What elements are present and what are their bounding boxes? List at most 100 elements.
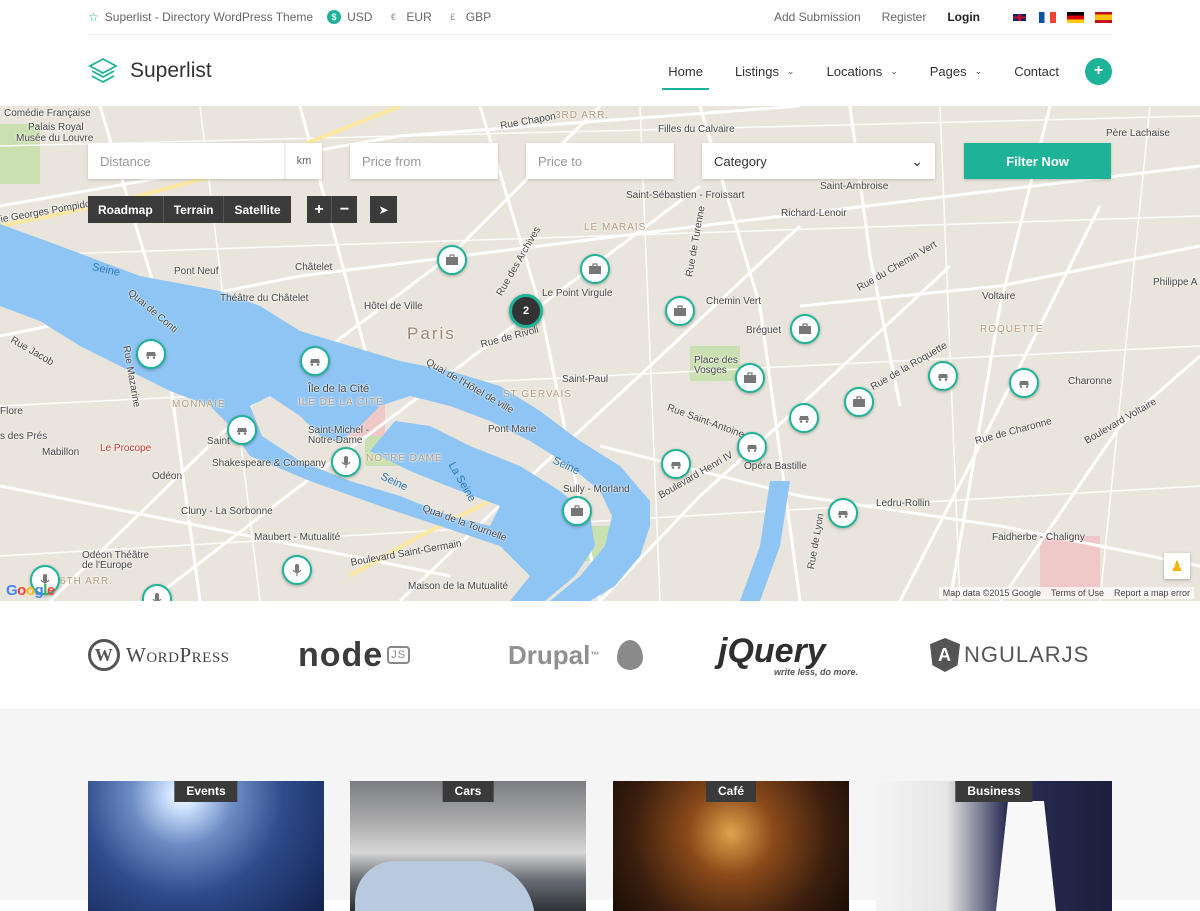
car-marker[interactable] (928, 361, 958, 391)
nav-pages[interactable]: Pages ⌄ (914, 36, 998, 106)
category-label: Café (705, 781, 757, 802)
map-label: Musée du Louvre (16, 133, 94, 144)
category-card-events[interactable]: Events (88, 781, 324, 911)
car-marker[interactable] (136, 339, 166, 369)
category-card-cafe[interactable]: Café (613, 781, 849, 911)
event-marker[interactable] (331, 447, 361, 477)
map-label: Comédie Française (4, 108, 91, 119)
map-type-roadmap[interactable]: Roadmap (88, 196, 164, 223)
car-icon (938, 374, 948, 381)
price-to-input[interactable]: Price to (526, 143, 674, 179)
map-type-satellite[interactable]: Satellite (224, 196, 290, 223)
marker-cluster[interactable]: 2 (509, 294, 543, 328)
es-flag-icon[interactable] (1095, 11, 1112, 23)
map-label: ILE DE LA CITÉ (298, 397, 384, 408)
nav-label: Pages (929, 63, 967, 79)
currency-label: GBP (465, 10, 492, 24)
map-label: Shakespeare & Company (212, 458, 326, 469)
dollar-icon: $ (327, 10, 342, 24)
distance-input[interactable]: Distance (88, 143, 285, 179)
map-label: Mabillon (42, 447, 80, 458)
locate-button[interactable]: ➤ (370, 196, 397, 223)
map-label: 6TH ARR. (60, 576, 114, 587)
map-label: Ledru-Rollin (876, 498, 930, 509)
nav-locations[interactable]: Locations ⌄ (811, 36, 914, 106)
business-marker[interactable] (665, 296, 695, 326)
partners-strip: W WordPress node JS Drupal ™ jQuery writ… (0, 601, 1200, 709)
jquery-wordmark: jQuery (718, 632, 826, 670)
angularjs-logo[interactable]: A NGULARJS (930, 634, 1089, 676)
category-label: Cars (442, 781, 494, 802)
angular-wordmark: NGULARJS (964, 642, 1090, 667)
currency-label: USD (347, 10, 373, 24)
car-marker[interactable] (661, 449, 691, 479)
map-label: Saint-Michel - Notre-Dame (308, 425, 370, 446)
categories-section: Events Cars Café Business (0, 709, 1200, 911)
map-label: Père Lachaise (1106, 128, 1170, 139)
category-card-cars[interactable]: Cars (350, 781, 586, 911)
nav-label: Listings (734, 63, 780, 79)
business-marker[interactable] (790, 314, 820, 344)
zoom-out-button[interactable]: − (332, 196, 357, 223)
car-marker[interactable] (300, 346, 330, 376)
business-marker[interactable] (437, 245, 467, 275)
map[interactable]: Comédie Française Palais Royal Musée du … (0, 106, 1200, 601)
nodejs-logo[interactable]: node JS (298, 634, 411, 676)
business-marker[interactable] (580, 254, 610, 284)
business-marker[interactable] (844, 387, 874, 417)
map-type-terrain[interactable]: Terrain (164, 196, 225, 223)
map-label: Charonne (1068, 376, 1112, 387)
add-listing-button[interactable]: + (1085, 57, 1112, 85)
street-view-pegman-icon[interactable]: ♟ (1164, 553, 1190, 579)
uk-flag-icon[interactable] (1011, 11, 1028, 23)
category-card-business[interactable]: Business (876, 781, 1112, 911)
jquery-logo[interactable]: jQuery write less, do more. (718, 632, 858, 677)
car-icon (747, 445, 757, 452)
business-marker[interactable] (562, 496, 592, 526)
currency-eur[interactable]: € EUR (386, 10, 432, 24)
category-select[interactable]: Category ⌄ (702, 143, 935, 179)
register-link[interactable]: Register (882, 10, 927, 24)
map-label: Le Procope (100, 443, 152, 454)
business-marker[interactable] (735, 363, 765, 393)
site-logo[interactable]: Superlist (88, 56, 212, 86)
de-flag-icon[interactable] (1067, 11, 1084, 23)
briefcase-icon (589, 263, 601, 274)
map-label: Hôtel de Ville (364, 301, 423, 312)
car-marker[interactable] (737, 432, 767, 462)
car-marker[interactable] (789, 403, 819, 433)
car-marker[interactable] (1009, 368, 1039, 398)
map-label: Maison de la Mutualité (408, 581, 509, 592)
drupal-logo[interactable]: Drupal ™ (508, 634, 644, 676)
wordpress-logo[interactable]: W WordPress (88, 634, 230, 676)
site-title-group: ☆ Superlist - Directory WordPress Theme (88, 10, 313, 24)
microphone-icon (152, 593, 162, 601)
add-submission-link[interactable]: Add Submission (774, 10, 861, 24)
car-marker[interactable] (828, 498, 858, 528)
zoom-in-button[interactable]: + (307, 196, 332, 223)
currency-gbp[interactable]: £ GBP (446, 10, 491, 24)
location-arrow-icon: ➤ (378, 202, 389, 217)
nav-listings[interactable]: Listings ⌄ (719, 36, 811, 106)
map-label: Paris (407, 324, 456, 343)
node-wordmark: node (298, 635, 384, 674)
fr-flag-icon[interactable] (1039, 11, 1056, 23)
car-icon (310, 359, 320, 366)
terms-link[interactable]: Terms of Use (1051, 588, 1104, 598)
currency-usd[interactable]: $ USD (327, 10, 372, 24)
main-nav: Home Listings ⌄ Locations ⌄ Pages ⌄ Cont… (652, 36, 1112, 106)
map-label: Île de la Cité (308, 383, 370, 395)
nav-contact[interactable]: Contact (998, 36, 1075, 106)
login-link[interactable]: Login (947, 10, 980, 24)
map-label: Richard-Lenoir (781, 208, 847, 219)
report-link[interactable]: Report a map error (1114, 588, 1190, 598)
drupal-wordmark: Drupal (508, 639, 591, 670)
map-label: Odéon Théâtre de l'Europe (82, 550, 150, 571)
filter-now-button[interactable]: Filter Now (964, 143, 1111, 179)
car-marker[interactable] (227, 415, 257, 445)
event-marker[interactable] (282, 555, 312, 585)
nav-home[interactable]: Home (652, 36, 719, 106)
map-copyright: Map data ©2015 Google (942, 588, 1041, 598)
map-label: Voltaire (982, 291, 1016, 302)
price-from-input[interactable]: Price from (350, 143, 498, 179)
